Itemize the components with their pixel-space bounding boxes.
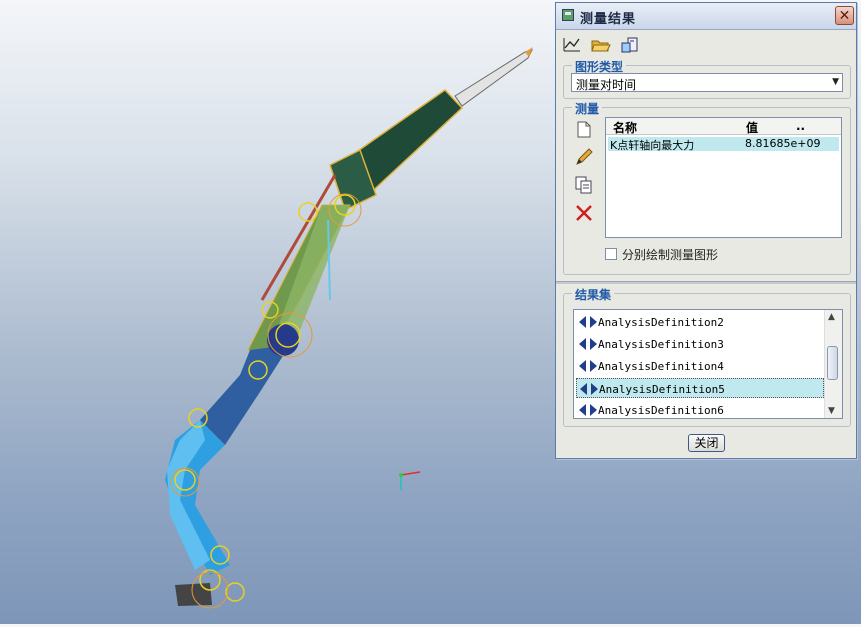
list-item-label: AnalysisDefinition5 [599, 383, 725, 396]
measures-table-header: 名称 值 .. [606, 118, 841, 135]
dialog-app-icon [562, 9, 574, 21]
result-sets-list: AnalysisDefinition2 AnalysisDefinition3 … [573, 309, 843, 419]
list-item-label: AnalysisDefinition3 [598, 338, 724, 351]
list-item[interactable]: AnalysisDefinition2 [576, 312, 824, 332]
export-icon[interactable] [619, 35, 641, 55]
column-name[interactable]: 名称 [613, 119, 637, 136]
list-item[interactable]: AnalysisDefinition6 [576, 400, 824, 418]
measure-name: K点轩轴向最大力 [610, 139, 695, 152]
scrollbar-thumb[interactable] [827, 346, 838, 380]
scroll-up-icon[interactable]: ▲ [828, 312, 835, 322]
chart-icon[interactable] [561, 35, 583, 55]
close-button[interactable]: 关闭 [688, 434, 725, 452]
section-divider [556, 281, 856, 284]
scroll-down-icon[interactable]: ▼ [828, 406, 835, 416]
copy-icon[interactable] [574, 175, 594, 195]
play-arrows-icon [579, 360, 597, 372]
play-arrows-icon [579, 316, 597, 328]
dialog-title: 测量结果 [580, 12, 637, 27]
play-arrows-icon [580, 383, 598, 395]
table-row[interactable]: K点轩轴向最大力 8.81685e+09 [608, 137, 839, 152]
list-item-label: AnalysisDefinition4 [598, 360, 724, 373]
delete-x-icon[interactable] [574, 203, 594, 223]
dialog-close-icon[interactable]: ✕ [835, 6, 854, 25]
open-folder-icon[interactable] [590, 35, 612, 55]
graph-type-value: 测量对时间 [576, 78, 637, 92]
dialog-titlebar[interactable]: 测量结果 ✕ [556, 3, 856, 30]
list-item-selected[interactable]: AnalysisDefinition5 [576, 378, 824, 398]
chevron-down-icon[interactable]: ▼ [832, 77, 839, 87]
column-more[interactable]: .. [796, 119, 805, 133]
column-value[interactable]: 值 [746, 119, 758, 136]
list-item[interactable]: AnalysisDefinition4 [576, 356, 824, 376]
measure-value: 8.81685e+09 [745, 137, 821, 150]
play-arrows-icon [579, 404, 597, 416]
measures-table: 名称 值 .. K点轩轴向最大力 8.81685e+09 [605, 117, 842, 238]
scrollbar[interactable]: ▲ ▼ [824, 310, 842, 418]
measures-label: 测量 [572, 100, 603, 117]
list-item[interactable]: AnalysisDefinition3 [576, 334, 824, 354]
measure-results-dialog: 测量结果 ✕ 图形类型 测量对时间 ▼ 测量 名称 值 .. K点轩轴向最大力 … [555, 2, 857, 459]
separate-plot-checkbox[interactable] [605, 248, 617, 260]
edit-pencil-icon[interactable] [574, 147, 594, 167]
graph-type-select[interactable]: 测量对时间 ▼ [571, 73, 843, 92]
new-document-icon[interactable] [574, 119, 594, 139]
play-arrows-icon [579, 338, 597, 350]
separate-plot-label: 分别绘制测量图形 [622, 248, 719, 262]
result-sets-label: 结果集 [572, 286, 615, 303]
list-item-label: AnalysisDefinition6 [598, 404, 724, 417]
list-item-label: AnalysisDefinition2 [598, 316, 724, 329]
